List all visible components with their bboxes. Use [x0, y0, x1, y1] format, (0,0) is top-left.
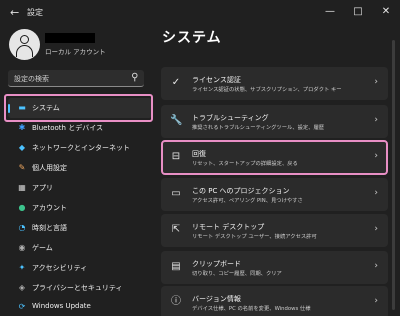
sidebar-item-label: プライバシーとセキュリティ — [32, 284, 123, 292]
card-title: ライセンス認証 — [192, 76, 241, 84]
search-placeholder: 設定の検索 — [14, 75, 49, 83]
sidebar-item-accessibility[interactable]: ✦ アクセシビリティ — [8, 258, 152, 278]
sidebar-item-label: 個人用設定 — [32, 164, 67, 172]
sidebar-item-privacy[interactable]: ◈ プライバシーとセキュリティ — [8, 278, 152, 298]
card-title: バージョン情報 — [192, 295, 241, 303]
scrollbar[interactable] — [392, 40, 395, 310]
card-title: リモート デスクトップ — [192, 223, 265, 231]
card-troubleshoot[interactable]: 🔧 トラブルシューティング 推奨されるトラブルシューティングツール、設定、履歴 … — [161, 105, 388, 138]
network-icon: ◆ — [18, 143, 26, 152]
chevron-right-icon: › — [374, 296, 378, 306]
bluetooth-icon: ✱ — [18, 123, 26, 132]
sidebar-item-label: アカウント — [32, 204, 67, 212]
back-arrow-icon[interactable]: ← — [10, 6, 19, 19]
info-icon: ⓘ — [171, 296, 181, 307]
page-title: システム — [162, 30, 222, 46]
avatar-body-icon — [16, 45, 33, 57]
window-title: 設定 — [27, 8, 43, 17]
avatar[interactable] — [9, 29, 40, 60]
chevron-right-icon: › — [374, 188, 378, 198]
sidebar-item-accounts[interactable]: ● アカウント — [8, 198, 152, 218]
sidebar-item-label: ゲーム — [32, 244, 53, 252]
card-title: トラブルシューティング — [192, 114, 269, 122]
card-title: クリップボード — [192, 260, 241, 268]
card-projection[interactable]: ▭ この PC へのプロジェクション アクセス許可、ペアリング PIN、見つけや… — [161, 178, 388, 211]
clock-globe-icon: ◔ — [18, 223, 26, 232]
sidebar-item-label: アプリ — [32, 184, 53, 192]
sidebar-item-gaming[interactable]: ◉ ゲーム — [8, 238, 152, 258]
sidebar-item-time-language[interactable]: ◔ 時刻と言語 — [8, 218, 152, 238]
chevron-right-icon: › — [374, 261, 378, 271]
card-subtitle: リモート デスクトップ ユーザー、接続アクセス許可 — [192, 234, 317, 240]
wrench-icon: 🔧 — [170, 115, 183, 126]
search-icon: ⚲ — [130, 72, 138, 83]
card-subtitle: 推奨されるトラブルシューティングツール、設定、履歴 — [192, 125, 325, 131]
account-icon: ● — [18, 203, 26, 212]
card-subtitle: アクセス許可、ペアリング PIN、見つけやすさ — [192, 198, 303, 204]
sidebar-item-apps[interactable]: ▦ アプリ — [8, 178, 152, 198]
apps-icon: ▦ — [18, 183, 26, 192]
sidebar-item-label: ネットワークとインターネット — [32, 144, 130, 152]
projector-icon: ▭ — [171, 188, 181, 199]
card-subtitle: デバイス仕様、PC の名前を変更、Windows 仕様 — [192, 306, 311, 312]
sidebar-item-network[interactable]: ◆ ネットワークとインターネット — [8, 138, 152, 158]
avatar-head-icon — [20, 35, 29, 44]
sidebar-item-label: アクセシビリティ — [32, 264, 88, 272]
title-bar: ← 設定 — □ ✕ — [0, 0, 400, 24]
close-icon[interactable]: ✕ — [374, 2, 398, 22]
sidebar-item-bluetooth[interactable]: ✱ Bluetooth とデバイス — [8, 118, 152, 138]
maximize-icon[interactable]: □ — [346, 2, 370, 22]
card-title: この PC へのプロジェクション — [192, 187, 290, 195]
card-subtitle: ライセンス認証の状態、サブスクリプション、プロダクト キー — [192, 87, 342, 93]
remote-desktop-icon: ⇱ — [171, 224, 181, 235]
card-subtitle: 切り取り、コピー履歴、同期、クリア — [192, 271, 282, 277]
search-input[interactable]: 設定の検索 ⚲ — [8, 70, 144, 87]
brush-icon: ✎ — [18, 163, 26, 172]
check-circle-icon: ✓ — [171, 77, 181, 88]
sidebar-item-windows-update[interactable]: ⟳ Windows Update — [8, 297, 152, 316]
chevron-right-icon: › — [374, 224, 378, 234]
card-about[interactable]: ⓘ バージョン情報 デバイス仕様、PC の名前を変更、Windows 仕様 › — [161, 286, 388, 316]
card-activation[interactable]: ✓ ライセンス認証 ライセンス認証の状態、サブスクリプション、プロダクト キー … — [161, 67, 388, 100]
minimize-icon[interactable]: — — [318, 2, 342, 22]
sidebar-item-label: Windows Update — [32, 302, 91, 310]
sidebar-item-label: 時刻と言語 — [32, 224, 67, 232]
gamepad-icon: ◉ — [18, 243, 26, 252]
card-remote-desktop[interactable]: ⇱ リモート デスクトップ リモート デスクトップ ユーザー、接続アクセス許可 … — [161, 214, 388, 247]
sidebar-item-personalization[interactable]: ✎ 個人用設定 — [8, 158, 152, 178]
update-icon: ⟳ — [18, 302, 26, 311]
highlight-box-recovery — [161, 140, 388, 175]
shield-icon: ◈ — [18, 283, 26, 292]
sidebar-item-label: Bluetooth とデバイス — [32, 124, 103, 132]
accessibility-icon: ✦ — [18, 263, 26, 272]
chevron-right-icon: › — [374, 115, 378, 125]
account-name-redacted — [45, 33, 95, 43]
card-clipboard[interactable]: ▤ クリップボード 切り取り、コピー履歴、同期、クリア › — [161, 251, 388, 284]
chevron-right-icon: › — [374, 77, 378, 87]
account-type-label: ローカル アカウント — [45, 48, 106, 56]
clipboard-icon: ▤ — [171, 261, 181, 272]
